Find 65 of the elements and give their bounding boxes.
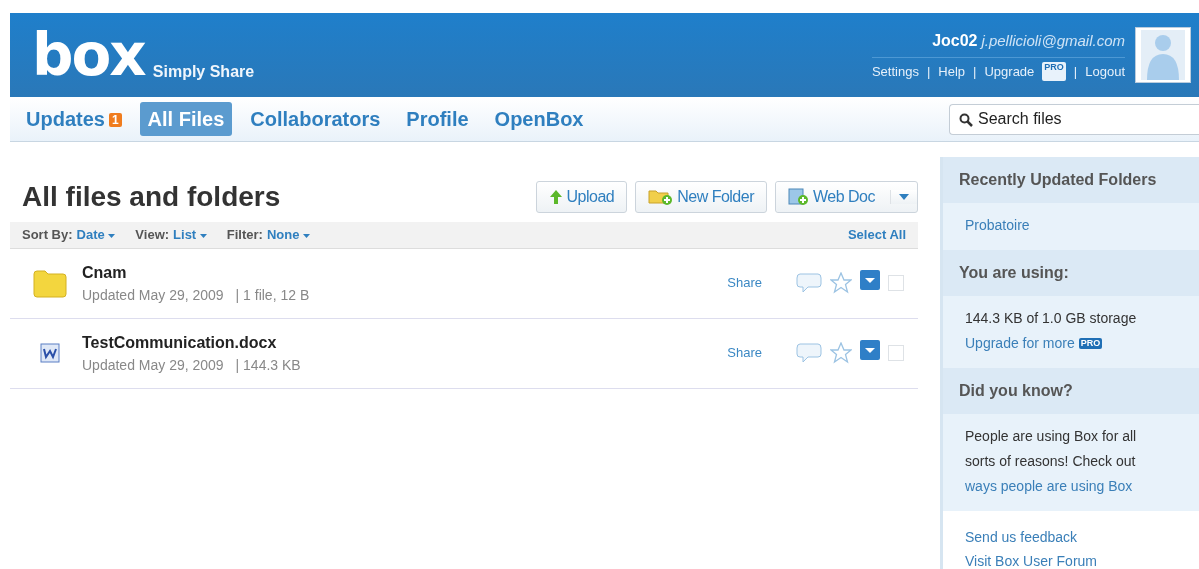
nav-tab[interactable]: Collaborators [242, 102, 389, 136]
folder-icon [33, 268, 67, 299]
tagline: Simply Share [152, 62, 255, 82]
user-email: j.pellicioli@gmail.com [981, 31, 1125, 49]
file-info: | 1 file, 12 B [235, 286, 310, 303]
comment-icon [796, 342, 822, 365]
username: Joc02 [932, 31, 978, 49]
avatar-icon [1141, 30, 1185, 80]
header-link[interactable]: Logout [1085, 61, 1125, 82]
separator: | [926, 62, 931, 81]
search-field[interactable]: Search files [949, 103, 1199, 135]
file-name[interactable]: TestCommunication.docx [82, 330, 301, 355]
share-link[interactable]: Share [727, 273, 762, 293]
file-name[interactable]: Cnam [82, 260, 310, 285]
page-title: All files and folders [21, 180, 281, 214]
caret-icon [108, 233, 116, 239]
toolbar-label: Filter: [226, 225, 263, 244]
section-heading: You are using: [943, 250, 1199, 296]
caret-icon [860, 269, 880, 290]
comment-icon [796, 272, 822, 295]
file-info: | 144.3 KB [235, 356, 301, 373]
pro-badge: PRO [1078, 338, 1103, 349]
toolbar-dropdown[interactable]: None [266, 224, 311, 245]
row-checkbox[interactable] [888, 275, 904, 292]
upload-button[interactable]: Upload [536, 180, 628, 213]
header-link[interactable]: Help [938, 61, 966, 82]
logo[interactable]: box [32, 26, 145, 84]
header-link[interactable]: Upgrade [984, 61, 1035, 82]
storage-usage: 144.3 KB of 1.0 GB storage [965, 309, 1138, 328]
pro-badge: PRO [1042, 61, 1066, 82]
upload-arrow-icon [549, 188, 564, 205]
star-icon [830, 272, 852, 295]
toolbar-label: Sort By: [22, 225, 73, 244]
caret-icon [199, 233, 207, 239]
toolbar-dropdown[interactable]: Date [76, 224, 116, 245]
header-link[interactable]: Settings [871, 61, 919, 82]
separator: | [1073, 62, 1078, 81]
updated-date: Updated May 29, 2009 [82, 286, 224, 303]
share-link[interactable]: Share [727, 343, 762, 363]
nav-tab[interactable]: All Files [139, 102, 233, 136]
toolbar-label: View: [135, 225, 170, 244]
info-paragraph: People are using Box for all sorts of reasons! Check out ways people are using Box [965, 427, 1138, 496]
nav-tab[interactable]: Profile [398, 102, 477, 136]
toolbar-dropdown[interactable]: List [173, 224, 207, 245]
folder-plus-icon [648, 187, 675, 206]
star-icon [830, 342, 852, 365]
footer-link[interactable]: Send us feedback [965, 525, 1177, 549]
folder-link[interactable]: Probatoire [965, 213, 1159, 238]
folder-button[interactable]: New Folder [635, 180, 767, 213]
select-all-link[interactable]: Select All [847, 224, 906, 245]
separator: | [973, 62, 977, 81]
updated-date: Updated May 29, 2009 [82, 356, 224, 373]
upgrade-link[interactable]: Upgrade for more [965, 331, 1075, 356]
caret-icon [860, 339, 880, 360]
section-heading: Recently Updated Folders [943, 157, 1199, 203]
caret-icon [899, 192, 909, 201]
section-heading: Did you know? [943, 368, 1199, 414]
info-link[interactable]: ways people are using Box [965, 478, 1133, 494]
nav-tab[interactable]: OpenBox [486, 102, 592, 136]
row-checkbox[interactable] [888, 345, 904, 362]
document-plus-icon [788, 187, 810, 206]
footer-link[interactable]: Visit Box User Forum [965, 549, 1177, 569]
caret-icon [303, 233, 311, 239]
word-document-icon [39, 342, 61, 365]
count-badge: 1 [108, 113, 122, 127]
